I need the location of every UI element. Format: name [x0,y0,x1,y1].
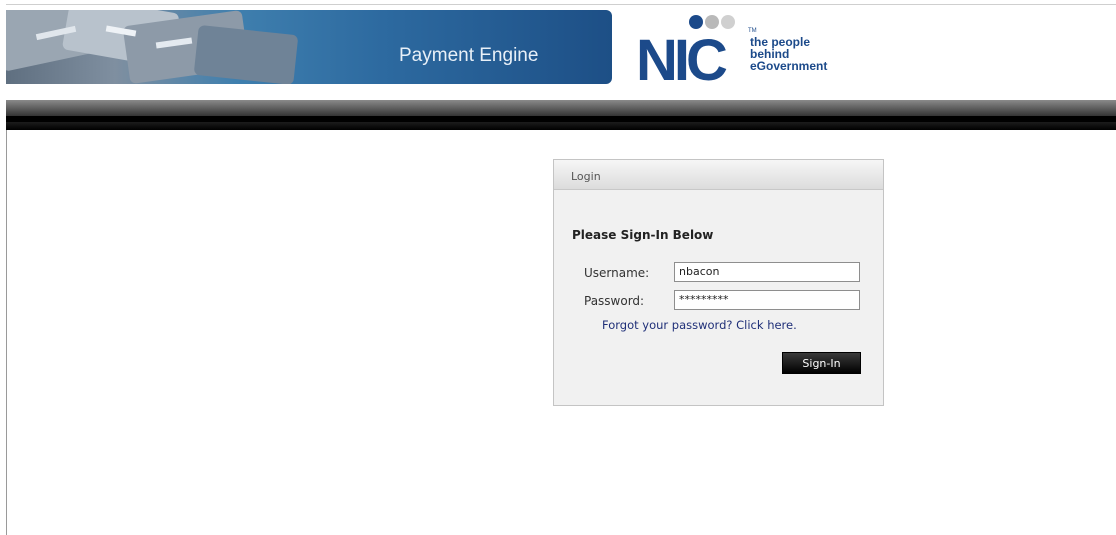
username-label: Username: [584,266,650,280]
credit-cards-image [6,10,298,84]
sign-in-button[interactable]: Sign-In [782,352,861,374]
window-left-border [6,128,7,535]
username-input[interactable]: nbacon [674,262,860,282]
header-banner: Payment Engine [6,10,612,84]
logo-mark: NIC [636,28,728,93]
password-label: Password: [584,294,645,308]
forgot-password-link[interactable]: Forgot your password? Click here. [602,318,797,332]
window-top-border [6,4,1116,5]
banner-title: Payment Engine [399,45,539,66]
password-input[interactable]: ********* [674,290,860,310]
login-panel: Login Please Sign-In Below Username: nba… [553,159,884,406]
nic-logo: NIC TM the people behind eGovernment [636,10,876,93]
logo-tagline-line-3: eGovernment [750,59,828,73]
login-panel-header: Login [554,160,883,190]
logo-trademark: TM [748,28,757,34]
header-divider-bar [6,100,1116,130]
logo-tagline: the people behind eGovernment [750,36,870,72]
login-subtitle: Please Sign-In Below [572,228,714,242]
